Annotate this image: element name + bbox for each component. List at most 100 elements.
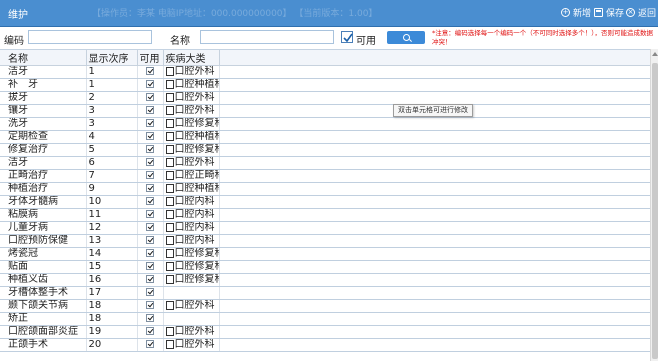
cell-name[interactable]: 洁牙 xyxy=(0,65,87,79)
available-checkbox-icon[interactable] xyxy=(146,249,154,257)
cell-available[interactable] xyxy=(137,91,164,105)
cell-name[interactable]: 补 牙 xyxy=(0,78,87,92)
table-row[interactable]: 种植义齿16 口腔修复科 xyxy=(0,273,650,287)
category-checkbox-icon[interactable] xyxy=(165,300,174,310)
cell-order[interactable]: 6 xyxy=(86,156,138,170)
table-row[interactable]: 粘膜病 11 口腔内科 xyxy=(0,208,650,222)
cell-available[interactable] xyxy=(137,247,164,261)
back-button[interactable]: × 返回 xyxy=(626,6,656,19)
cell-name[interactable]: 定期检查 xyxy=(0,130,87,144)
cell-order[interactable]: 5 xyxy=(86,143,138,157)
cell-category[interactable] xyxy=(163,286,220,300)
cell-available[interactable] xyxy=(137,78,164,92)
cell-name[interactable]: 正畸治疗 xyxy=(0,169,87,183)
cell-category[interactable]: 口腔外科 xyxy=(163,91,220,105)
cell-order[interactable]: 7 xyxy=(86,169,138,183)
cell-order[interactable]: 1 xyxy=(86,78,138,92)
cell-order[interactable]: 16 xyxy=(86,273,138,287)
cell-category[interactable]: 口腔内科 xyxy=(163,234,220,248)
table-row[interactable]: 口腔颌面部炎症 19 口腔外科 xyxy=(0,325,650,339)
cell-category[interactable]: 口腔修复科 xyxy=(163,143,220,157)
available-checkbox-icon[interactable] xyxy=(146,236,154,244)
available-checkbox-icon[interactable] xyxy=(146,93,154,101)
available-checkbox-icon[interactable] xyxy=(146,106,154,114)
cell-available[interactable] xyxy=(137,65,164,79)
cell-order[interactable]: 20 xyxy=(86,338,138,352)
cell-category[interactable]: 口腔正畸科 xyxy=(163,169,220,183)
available-checkbox-icon[interactable] xyxy=(146,301,154,309)
name-input[interactable] xyxy=(200,30,334,44)
category-checkbox-icon[interactable] xyxy=(165,274,174,284)
available-checkbox-icon[interactable] xyxy=(146,314,154,322)
category-checkbox-icon[interactable] xyxy=(165,79,174,89)
cell-category[interactable]: 口腔种植科 xyxy=(163,130,220,144)
cell-name[interactable]: 种植义齿 xyxy=(0,273,87,287)
cell-available[interactable] xyxy=(137,182,164,196)
cell-name[interactable]: 牙体牙髓病 xyxy=(0,195,87,209)
code-input[interactable] xyxy=(28,30,152,44)
cell-order[interactable]: 1 xyxy=(86,65,138,79)
cell-available[interactable] xyxy=(137,208,164,222)
cell-order[interactable]: 18 xyxy=(86,312,138,326)
cell-name[interactable]: 牙槽体整手术 xyxy=(0,286,87,300)
category-checkbox-icon[interactable] xyxy=(165,105,174,115)
cell-order[interactable]: 17 xyxy=(86,286,138,300)
table-row[interactable]: 口腔预防保健 13 口腔内科 xyxy=(0,234,650,248)
table-row[interactable]: 拔牙 2 口腔外科 xyxy=(0,91,650,105)
cell-order[interactable]: 3 xyxy=(86,117,138,131)
cell-available[interactable] xyxy=(137,143,164,157)
cell-available[interactable] xyxy=(137,325,164,339)
cell-category[interactable]: 口腔内科 xyxy=(163,208,220,222)
available-checkbox-icon[interactable] xyxy=(146,262,154,270)
table-row[interactable]: 牙槽体整手术 17 xyxy=(0,286,650,300)
cell-category[interactable]: 口腔内科 xyxy=(163,221,220,235)
cell-category[interactable]: 口腔外科 xyxy=(163,338,220,352)
table-row[interactable]: 正畸治疗7 口腔正畸科 xyxy=(0,169,650,183)
category-checkbox-icon[interactable] xyxy=(165,222,174,232)
cell-available[interactable] xyxy=(137,169,164,183)
cell-category[interactable]: 口腔外科 xyxy=(163,156,220,170)
cell-available[interactable] xyxy=(137,156,164,170)
cell-order[interactable]: 12 xyxy=(86,221,138,235)
cell-category[interactable]: 口腔外科 xyxy=(163,104,220,118)
table-row[interactable]: 正颌手术 20 口腔外科 xyxy=(0,338,650,352)
cell-order[interactable]: 4 xyxy=(86,130,138,144)
cell-available[interactable] xyxy=(137,234,164,248)
col-header-name[interactable]: 名称 xyxy=(0,50,87,66)
available-checkbox-icon[interactable] xyxy=(146,288,154,296)
available-checkbox-icon[interactable] xyxy=(146,132,154,140)
available-checkbox-icon[interactable] xyxy=(146,67,154,75)
available-checkbox-icon[interactable] xyxy=(146,223,154,231)
cell-available[interactable] xyxy=(137,104,164,118)
category-checkbox-icon[interactable] xyxy=(165,248,174,258)
category-checkbox-icon[interactable] xyxy=(165,66,174,76)
category-checkbox-icon[interactable] xyxy=(165,326,174,336)
cell-available[interactable] xyxy=(137,286,164,300)
category-checkbox-icon[interactable] xyxy=(165,170,174,180)
available-checkbox-icon[interactable] xyxy=(146,119,154,127)
cell-category[interactable]: 口腔种植科 xyxy=(163,78,220,92)
table-row[interactable]: 补 牙1 口腔种植科 xyxy=(0,78,650,92)
cell-available[interactable] xyxy=(137,338,164,352)
cell-order[interactable]: 15 xyxy=(86,260,138,274)
table-row[interactable]: 洁牙 6 口腔外科 xyxy=(0,156,650,170)
cell-category[interactable]: 口腔修复科 xyxy=(163,260,220,274)
category-checkbox-icon[interactable] xyxy=(165,157,174,167)
cell-category[interactable]: 口腔种植科 xyxy=(163,182,220,196)
table-row[interactable]: 种植治疗9 口腔种植科 xyxy=(0,182,650,196)
cell-category[interactable]: 口腔外科 xyxy=(163,65,220,79)
cell-name[interactable]: 贴面 xyxy=(0,260,87,274)
cell-name[interactable]: 粘膜病 xyxy=(0,208,87,222)
table-row[interactable]: 贴面15 口腔修复科 xyxy=(0,260,650,274)
cell-name[interactable]: 种植治疗 xyxy=(0,182,87,196)
cell-name[interactable]: 口腔颌面部炎症 xyxy=(0,325,87,339)
category-checkbox-icon[interactable] xyxy=(165,183,174,193)
cell-available[interactable] xyxy=(137,260,164,274)
category-checkbox-icon[interactable] xyxy=(165,209,174,219)
cell-name[interactable]: 修复治疗 xyxy=(0,143,87,157)
cell-name[interactable]: 儿童牙病 xyxy=(0,221,87,235)
available-checkbox-icon[interactable] xyxy=(146,184,154,192)
cell-order[interactable]: 18 xyxy=(86,299,138,313)
category-checkbox-icon[interactable] xyxy=(165,92,174,102)
available-checkbox-icon[interactable] xyxy=(146,275,154,283)
